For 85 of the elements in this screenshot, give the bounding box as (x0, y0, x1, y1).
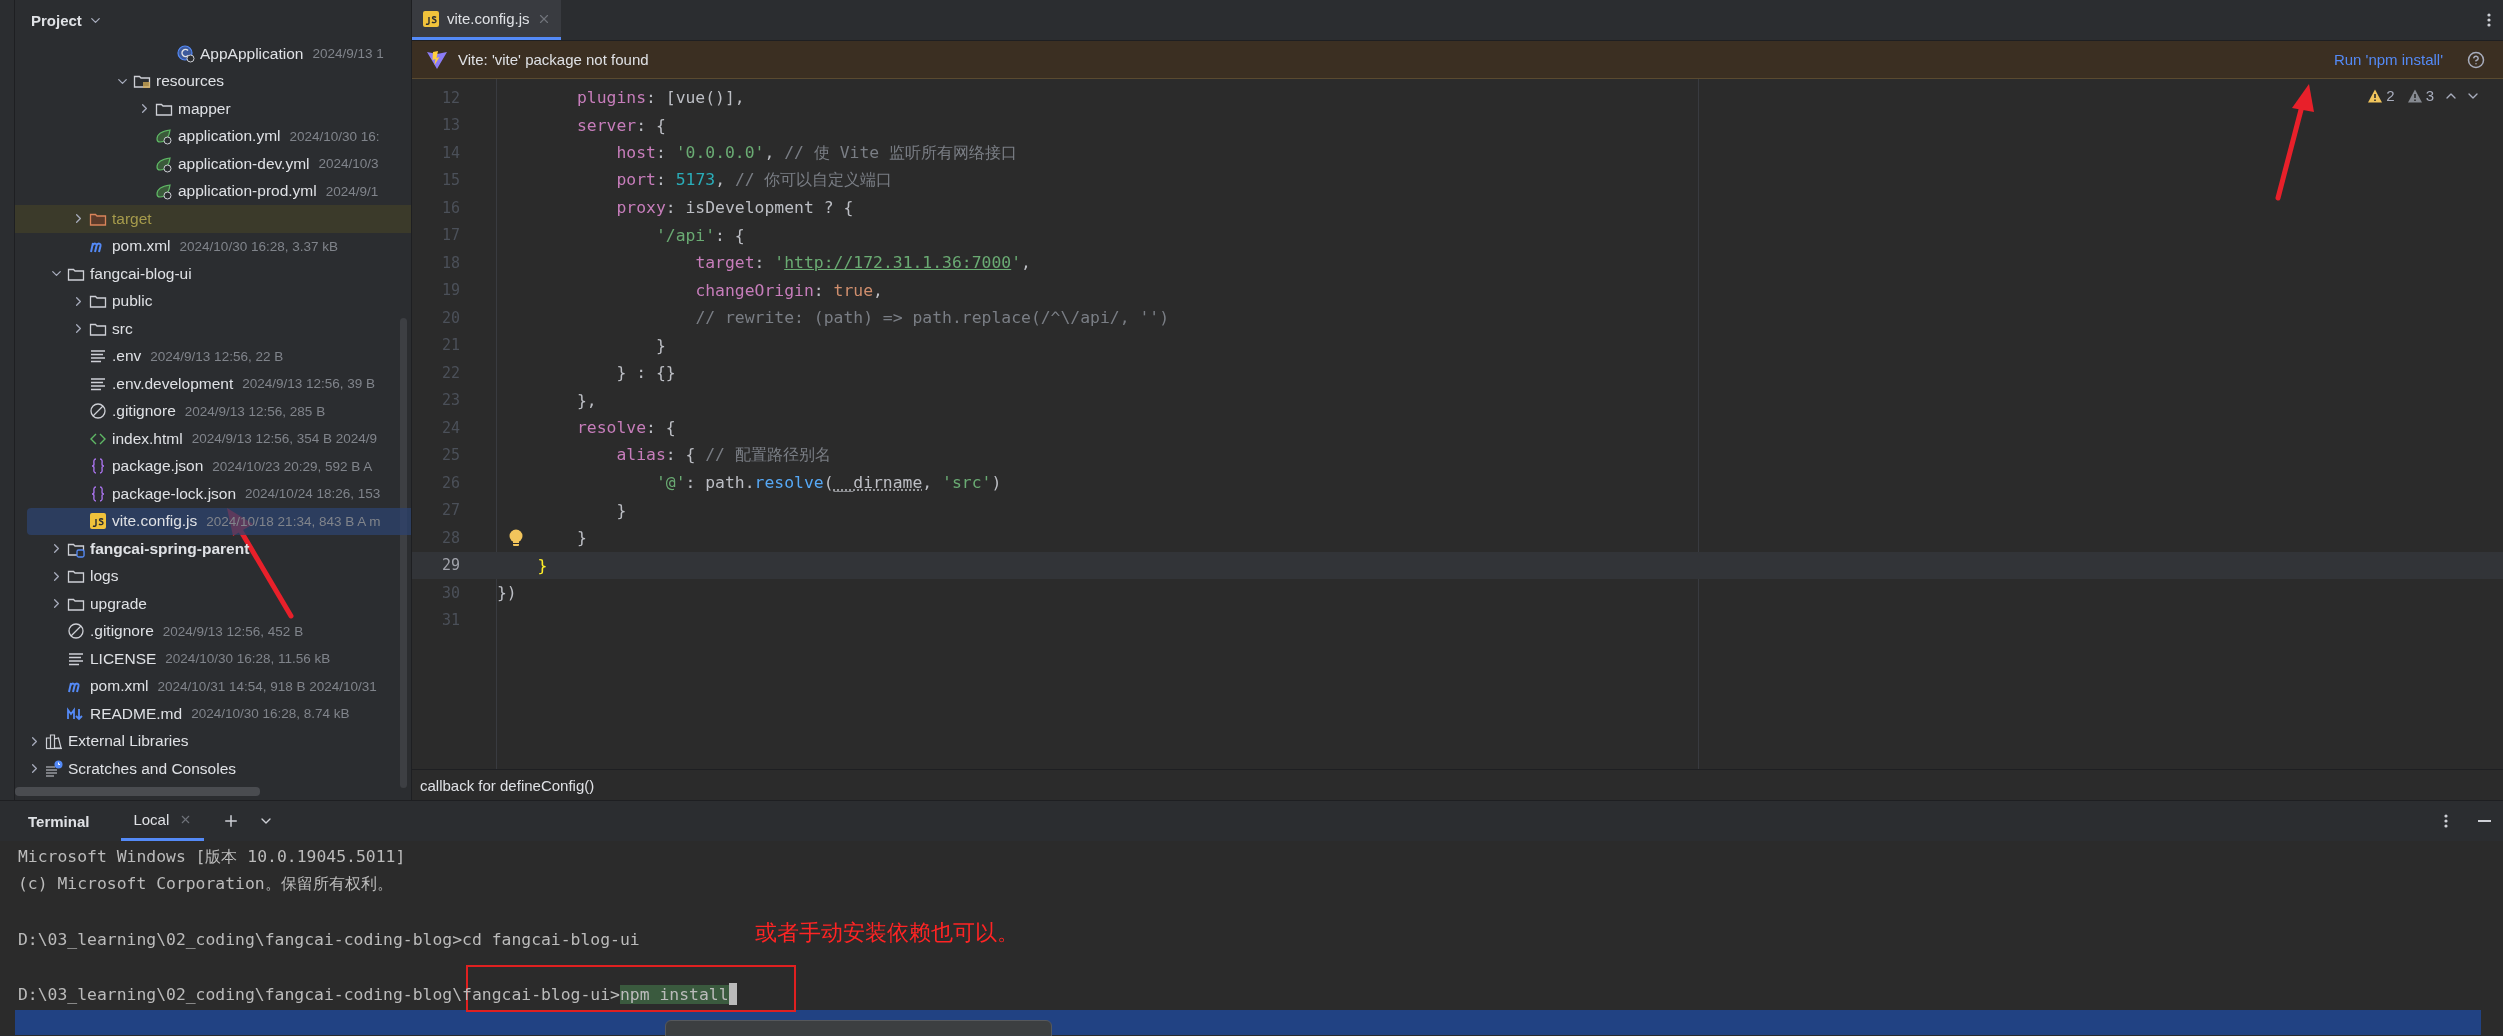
warning-count[interactable]: 2 (2364, 87, 2398, 104)
scrollbar-thumb[interactable] (400, 318, 407, 788)
kebab-icon (2487, 13, 2491, 27)
terminal-title: Terminal (28, 812, 90, 830)
annotation-note: 或者手动安装依赖也可以。 (755, 919, 1019, 947)
vite-logo-icon (426, 49, 448, 70)
code-line: // rewrite: (path) => path.replace(/^\/api/, '') (695, 308, 1170, 328)
leaf-icon (155, 127, 173, 146)
code-line: } : {} (616, 363, 676, 383)
tree-item[interactable]: application.yml 2024/10/30 16: (15, 122, 411, 150)
tree-item[interactable]: .env 2024/9/13 12:56, 22 B (15, 342, 411, 370)
tree-item[interactable]: src (15, 315, 411, 343)
help-icon[interactable] (2467, 50, 2485, 69)
tree-item[interactable]: application-prod.yml 2024/9/1 (15, 177, 411, 205)
code-line: resolve: { (576, 418, 676, 438)
lightbulb-icon[interactable] (507, 528, 525, 548)
tree-item[interactable]: public (15, 287, 411, 315)
ignore-icon (89, 402, 107, 421)
js-file-icon (422, 9, 440, 28)
tree-item[interactable]: README.md 2024/10/30 16:28, 8.74 kB (15, 700, 411, 728)
terminal-command: npm install (619, 984, 729, 1004)
breadcrumb[interactable]: callback for defineConfig() (420, 776, 595, 794)
text-cursor (728, 983, 737, 1006)
code-line: target: 'http://172.31.1.36:7000', (695, 253, 1031, 273)
scrollbar-thumb[interactable] (15, 787, 260, 796)
code-line: }, (576, 390, 597, 410)
braces-icon (89, 457, 107, 476)
tree-item[interactable]: logs (15, 562, 411, 590)
code-line: }) (497, 583, 517, 603)
tree-item[interactable]: application-dev.yml 2024/10/3 (15, 150, 411, 178)
panel-title[interactable]: Project (31, 11, 82, 29)
tree-item[interactable]: package-lock.json 2024/10/24 18:26, 153 (15, 480, 411, 508)
tree-item[interactable]: package.json 2024/10/23 20:29, 592 B A (15, 452, 411, 480)
tree-item[interactable]: vite.config.js 2024/10/18 21:34, 843 B A m (27, 507, 411, 535)
code-line: } (616, 500, 627, 520)
code-line: proxy: isDevelopment ? { (616, 198, 854, 218)
line-number: 29 (440, 556, 461, 575)
run-npm-install-link[interactable]: Run 'npm install' (2333, 51, 2443, 68)
warning-icon (2367, 87, 2384, 104)
code-line: '@': path.resolve(__dirname, 'src') (655, 473, 1002, 493)
tree-item[interactable]: .gitignore 2024/9/13 12:56, 285 B (15, 397, 411, 425)
tree-item[interactable]: .gitignore 2024/9/13 12:56, 452 B (15, 617, 411, 645)
tree-item[interactable]: index.html 2024/9/13 12:56, 354 B 2024/9 (15, 425, 411, 453)
code-line: host: '0.0.0.0', // 使 Vite 监听所有网络接口 (616, 141, 1018, 164)
kebab-icon (2444, 814, 2448, 828)
tree-item[interactable]: AppApplication 2024/9/13 1 (15, 40, 411, 68)
code-line: '/api': { (655, 225, 745, 245)
code-line: } (655, 335, 666, 355)
ignore-icon (67, 622, 85, 641)
tree-item[interactable]: mapper (15, 95, 411, 123)
code-line: plugins: [vue()], (576, 88, 745, 108)
tree-item[interactable]: resources (15, 67, 411, 95)
editor-tab[interactable]: vite.config.js (412, 0, 561, 40)
terminal-line: Microsoft Windows [版本 10.0.19045.5011] (18, 845, 406, 868)
minus-icon (2478, 820, 2491, 822)
code-line: } (537, 555, 548, 575)
braces-icon (89, 484, 107, 503)
tree-item[interactable]: fangcai-blog-ui (15, 260, 411, 288)
tree-item[interactable]: pom.xml 2024/10/31 14:54, 918 B 2024/10/31 (15, 672, 411, 700)
code-line: port: 5173, // 你可以自定义端口 (616, 169, 893, 192)
tree-item[interactable]: pom.xml 2024/10/30 16:28, 3.37 kB (15, 232, 411, 260)
warning-count[interactable]: 3 (2403, 87, 2437, 104)
code-line: alias: { // 配置路径别名 (616, 444, 831, 467)
code-line: server: { (576, 115, 666, 135)
tree-item[interactable]: .env.development 2024/9/13 12:56, 39 B (15, 370, 411, 398)
scratches-icon (45, 759, 63, 778)
terminal-prompt: D:\03_learning\02_coding\fangcai-coding-blog> (18, 929, 463, 949)
leaf-icon (155, 182, 173, 201)
code-line: changeOrigin: true, (695, 280, 883, 300)
terminal-command: cd fangcai-blog-ui (462, 929, 640, 949)
tree-item[interactable]: Scratches and Consoles (15, 755, 411, 783)
libraries-icon (45, 732, 63, 751)
tree-item[interactable]: fangcai-spring-parent (15, 535, 411, 563)
banner-message: Vite: 'vite' package not found (458, 51, 650, 68)
leaf-icon (155, 154, 173, 173)
tree-item[interactable]: target (15, 205, 411, 233)
class-icon (177, 44, 195, 63)
warning-icon (2406, 87, 2423, 104)
tree-item[interactable]: LICENSE 2024/10/30 16:28, 11.56 kB (15, 645, 411, 673)
js-file-icon (89, 512, 107, 531)
terminal-line: (c) Microsoft Corporation。保留所有权利。 (18, 873, 393, 896)
code-line: } (576, 528, 587, 548)
tree-item[interactable]: External Libraries (15, 727, 411, 755)
terminal-tab[interactable]: Local (121, 801, 205, 841)
tree-item[interactable]: upgrade (15, 590, 411, 618)
